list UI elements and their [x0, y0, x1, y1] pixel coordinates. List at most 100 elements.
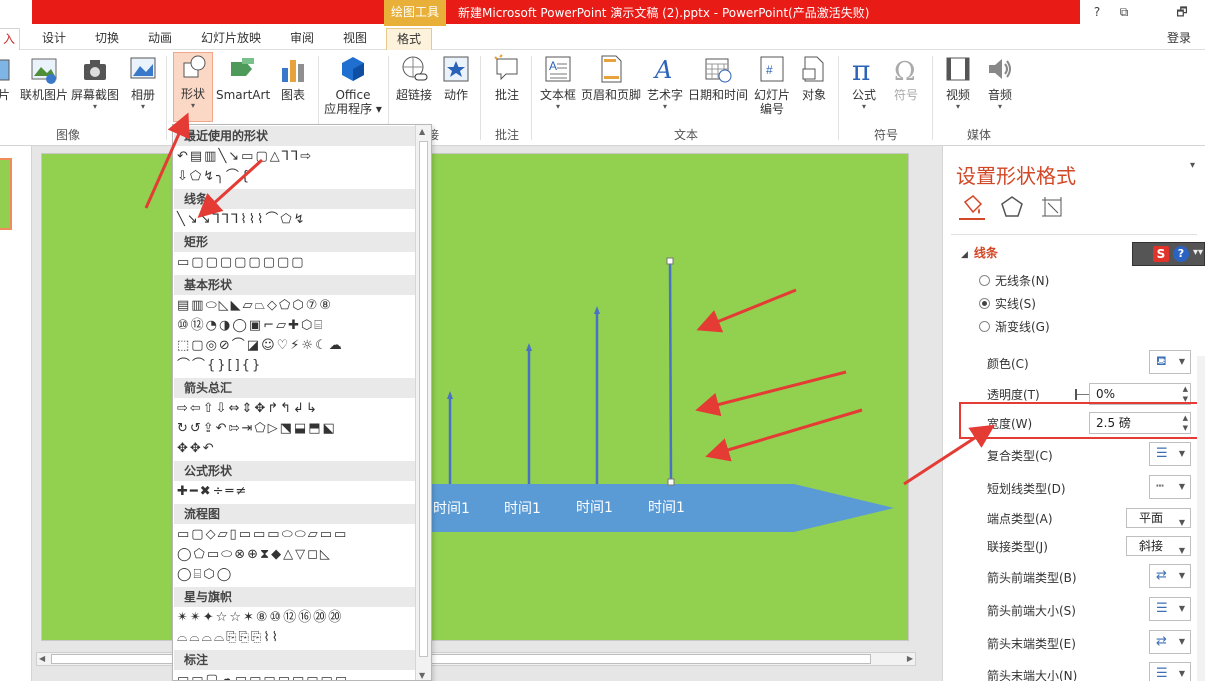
object-button[interactable]: 对象 — [798, 54, 830, 102]
line-color-button[interactable]: ⛾ ▼ — [1149, 350, 1191, 374]
datetime-button[interactable]: 日期和时间 — [688, 54, 748, 102]
paint-bucket-icon: ⛾ — [1156, 354, 1167, 369]
action-button[interactable]: 动作 — [440, 54, 472, 102]
time-label-4[interactable]: 时间1 — [648, 497, 685, 517]
shape-row-equation[interactable]: ✚━✖÷═≠ — [177, 482, 248, 502]
scroll-right-icon[interactable]: ▶ — [907, 653, 913, 665]
office-apps-button[interactable]: Office 应用程序 ▾ — [322, 54, 384, 116]
solid-line-radio[interactable]: 实线(S) — [979, 295, 1036, 312]
sogou-logo-icon[interactable]: S — [1153, 246, 1169, 262]
gallery-scrollbar[interactable]: ▲ ▼ — [415, 125, 431, 680]
join-type-select[interactable]: 斜接 ▼ — [1126, 536, 1191, 556]
help-icon[interactable]: ? — [1173, 246, 1189, 262]
scroll-down-icon[interactable]: ▼ — [419, 671, 425, 680]
effects-tab-icon[interactable] — [999, 194, 1025, 220]
slide-number-button[interactable]: # 幻灯片 编号 — [752, 54, 792, 116]
help-button[interactable]: ? — [1085, 2, 1109, 22]
online-pictures-button[interactable]: 联机图片 — [18, 54, 70, 102]
group-label-images: 图像 — [56, 128, 81, 142]
horizontal-scrollbar[interactable]: ◀ ▶ — [36, 652, 916, 666]
ribbon-display-button[interactable]: ⧉ — [1112, 2, 1136, 22]
size-properties-tab-icon[interactable] — [1039, 194, 1065, 220]
gallery-scroll-thumb[interactable] — [419, 141, 428, 657]
slide-thumbnail-1[interactable] — [0, 158, 12, 230]
tab-format[interactable]: 格式 — [386, 28, 433, 50]
scroll-up-icon[interactable]: ▲ — [419, 127, 425, 136]
shape-row-basic-1[interactable]: ▤▥⬭◺◣▱⏢◇⬠⬡⑦⑧ — [177, 296, 333, 316]
time-line-4-selected[interactable] — [668, 260, 673, 483]
textbox-button[interactable]: A 文本框 ▾ — [538, 54, 578, 111]
smartart-button[interactable]: SmartArt — [216, 54, 270, 102]
pictures-button[interactable]: 片 — [0, 54, 14, 102]
end-arrow-size-label: 箭头末端大小(N) — [987, 669, 1078, 681]
chevron-down-icon: ▼ — [1178, 637, 1185, 646]
section-callouts: 标注 — [174, 650, 416, 670]
drawing-tools-context-tab[interactable]: 绘图工具 — [384, 0, 446, 26]
tab-review[interactable]: 审阅 — [290, 28, 314, 50]
shape-row-basic-3[interactable]: ⬚▢◎⊘⌒◪☺♡⚡☼☾☁ — [177, 336, 344, 356]
login-link[interactable]: 登录 — [1167, 29, 1191, 46]
chart-button[interactable]: 图表 — [276, 54, 310, 102]
wordart-button[interactable]: A 艺术字 ▾ — [646, 54, 684, 111]
shape-row-arrows-1[interactable]: ⇨⇦⇧⇩⇔⇕✥↱↰↲↳ — [177, 399, 319, 419]
gradient-line-radio[interactable]: 渐变线(G) — [979, 318, 1050, 335]
shapes-button[interactable]: 形状 ▾ — [173, 52, 213, 122]
ime-toolbar[interactable]: S ? ▾▾ — [1132, 242, 1205, 266]
cap-type-select[interactable]: 平面 ▼ — [1126, 508, 1191, 528]
shape-row-callouts[interactable]: ▭▭▢☁▭▭▭▭▭▭▭▭ — [177, 670, 349, 680]
shape-row-stars-1[interactable]: ✴✴✦☆☆✶⑧⑩⑫⑯⑳⑳ — [177, 608, 343, 628]
symbol-button[interactable]: Ω 符号 — [890, 54, 922, 102]
shape-row-arrows-2[interactable]: ↻↺⇪↶⇰⇥⬠▷⬔⬓⬒⬕ — [177, 419, 337, 439]
scroll-left-icon[interactable]: ◀ — [39, 653, 45, 665]
expand-icon[interactable]: ▾▾ — [1193, 247, 1203, 258]
selection-handle-top[interactable] — [666, 257, 674, 265]
shape-row-lines[interactable]: ╲↘↘⅂⅂⅂⌇⌇⌇⌒⬠↯ — [177, 210, 307, 230]
end-arrow-type-button[interactable]: ⇄ ▼ — [1149, 630, 1191, 654]
shape-row-flow-2[interactable]: ◯⬠▭⬭⊗⊕⧗◆△▽◻◺ — [177, 545, 332, 565]
tab-design[interactable]: 设计 — [42, 28, 66, 50]
spinner-icon[interactable]: ▲ ▼ — [1183, 384, 1188, 404]
header-footer-button[interactable]: 页眉和页脚 — [580, 54, 642, 102]
section-rectangles: 矩形 — [174, 232, 416, 252]
comment-button[interactable]: 批注 — [490, 54, 524, 102]
tab-animations[interactable]: 动画 — [148, 28, 172, 50]
svg-text:Ω: Ω — [894, 57, 916, 84]
tab-slideshow[interactable]: 幻灯片放映 — [201, 28, 261, 50]
photo-album-button[interactable]: 相册 ▾ — [126, 54, 160, 111]
section-line[interactable]: ◢ 线条 — [961, 244, 998, 261]
equation-button[interactable]: π 公式 ▾ — [848, 54, 880, 111]
begin-arrow-type-button[interactable]: ⇄ ▼ — [1149, 564, 1191, 588]
shape-row-recent-2[interactable]: ⇩⬠↯╮⌒{ — [177, 167, 251, 187]
chevron-down-icon: ▼ — [1178, 546, 1185, 555]
tab-view[interactable]: 视图 — [343, 28, 367, 50]
format-shape-pane: 设置形状格式 ▾ ◢ 线条 无线条(N) 实线(S) 渐变线(G) 颜色(C) ⛾… — [942, 146, 1205, 681]
time-label-1[interactable]: 时间1 — [433, 498, 470, 518]
shape-row-rectangles[interactable]: ▭▢▢▢▢▢▢▢▢ — [177, 253, 306, 273]
shape-row-stars-2[interactable]: ⌓⌓⌓⌓⎘⎘⎘⌇⌇ — [177, 628, 280, 648]
shape-row-recent-1[interactable]: ↶▤▥╲↘▭▢△⅂⅂⇨ — [177, 147, 313, 167]
fill-line-tab-icon[interactable] — [959, 194, 985, 220]
audio-button[interactable]: 音频 ▾ — [984, 54, 1016, 111]
compound-type-button[interactable]: ☰ ▼ — [1149, 442, 1191, 466]
begin-arrow-size-button[interactable]: ☰ ▼ — [1149, 597, 1191, 621]
no-line-radio[interactable]: 无线条(N) — [979, 272, 1049, 289]
video-button[interactable]: 视频 ▾ — [942, 54, 974, 111]
hyperlink-button[interactable]: 超链接 — [394, 54, 434, 102]
shape-row-flow-3[interactable]: ◯⌸⬡◯ — [177, 565, 233, 585]
shape-row-arrows-3[interactable]: ✥✥↶ — [177, 439, 216, 459]
screenshot-button[interactable]: 屏幕截图 ▾ — [70, 54, 120, 111]
tab-insert[interactable]: 入 — [0, 28, 21, 50]
end-arrow-size-button[interactable]: ☰ ▼ — [1149, 662, 1191, 681]
shape-row-basic-4[interactable]: ⌒⌒{}[]{} — [177, 356, 262, 376]
restore-window-button[interactable]: 🗗 — [1170, 2, 1194, 22]
tab-transitions[interactable]: 切换 — [95, 28, 119, 50]
dash-type-button[interactable]: ┅ ▼ — [1149, 475, 1191, 499]
time-label-3[interactable]: 时间1 — [576, 497, 613, 517]
group-label-text: 文本 — [674, 128, 699, 142]
pane-scrollbar[interactable] — [1197, 356, 1205, 681]
pane-options-icon[interactable]: ▾ — [1190, 160, 1195, 171]
time-label-2[interactable]: 时间1 — [504, 498, 541, 518]
shape-row-basic-2[interactable]: ⑩⑫◔◑◯▣⌐▱✚⬡⌸ — [177, 316, 324, 336]
shape-row-flow-1[interactable]: ▭▢◇▱▯▭▭▭⬭⬭▱▭▭ — [177, 525, 348, 545]
selection-handle-bottom[interactable] — [667, 478, 675, 486]
